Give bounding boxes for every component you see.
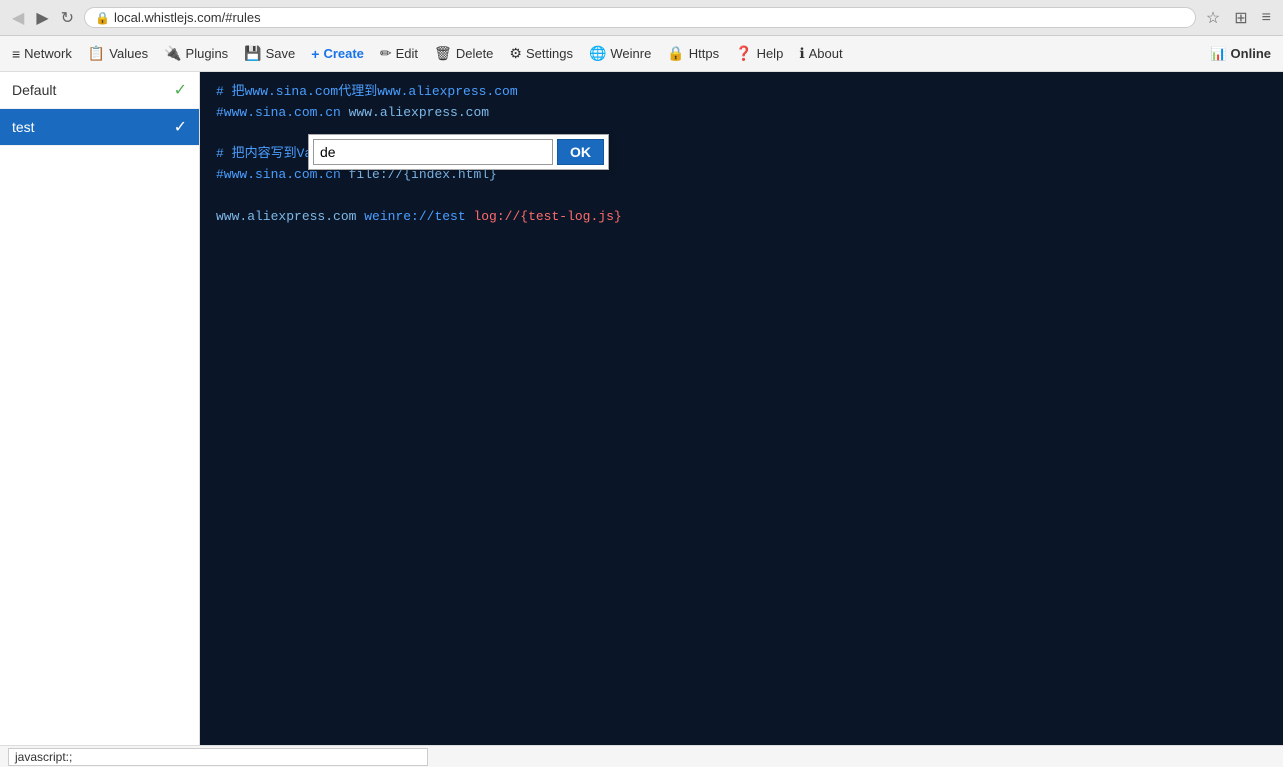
nav-item-about[interactable]: ℹ About	[791, 39, 850, 68]
forward-button[interactable]: ▶	[32, 6, 52, 30]
values-icon: 📋	[88, 45, 105, 62]
status-text: javascript:;	[8, 748, 428, 766]
nav-item-network[interactable]: ≡ Network	[4, 40, 80, 68]
nav-label-https: Https	[689, 46, 719, 61]
plugins-icon: 🔌	[164, 45, 181, 62]
status-bar: javascript:;	[0, 745, 1283, 767]
nav-label-settings: Settings	[526, 46, 573, 61]
nav-label-network: Network	[24, 46, 72, 61]
nav-item-plugins[interactable]: 🔌 Plugins	[156, 39, 236, 68]
sidebar: Default ✓ test ✓	[0, 72, 200, 745]
about-icon: ℹ	[799, 45, 804, 62]
sidebar-item-test-check: ✓	[174, 117, 187, 137]
editor-line-1: # 把www.sina.com代理到www.aliexpress.com	[216, 82, 1267, 103]
weinre-icon: 🌐	[589, 45, 606, 62]
editor-log: log://{test-log.js}	[466, 209, 622, 224]
editor-host-3: www.aliexpress.com	[216, 209, 356, 224]
nav-label-plugins: Plugins	[186, 46, 229, 61]
nav-item-help[interactable]: ❓ Help	[727, 39, 791, 68]
nav-item-delete[interactable]: 🗑 Delete	[426, 39, 501, 68]
sidebar-item-default-check: ✓	[174, 80, 187, 100]
nav-item-values[interactable]: 📋 Values	[80, 39, 156, 68]
editor-empty-2	[216, 186, 1267, 207]
create-icon: +	[311, 46, 319, 62]
editor-target-1: www.aliexpress.com	[341, 105, 489, 120]
save-icon: 💾	[244, 45, 261, 62]
nav-label-delete: Delete	[456, 46, 494, 61]
nav-label-edit: Edit	[396, 46, 418, 61]
delete-icon: 🗑	[434, 45, 452, 62]
editor-host-1: #www.sina.com.cn	[216, 105, 341, 120]
settings-icon: ⚙	[509, 45, 522, 62]
nav-item-settings[interactable]: ⚙ Settings	[501, 39, 581, 68]
network-icon: ≡	[12, 46, 20, 62]
back-button[interactable]: ◀	[8, 6, 28, 30]
nav-item-save[interactable]: 💾 Save	[236, 39, 303, 68]
browser-actions: ☆ ⊞ ≡	[1202, 6, 1275, 30]
sidebar-item-test-label: test	[12, 119, 35, 135]
sidebar-item-default[interactable]: Default ✓	[0, 72, 199, 109]
editor-line-2: #www.sina.com.cn www.aliexpress.com	[216, 103, 1267, 124]
nav-item-https[interactable]: 🔒 Https	[659, 39, 727, 68]
online-badge: 📊 Online	[1202, 42, 1279, 66]
nav-item-create[interactable]: + Create	[303, 40, 372, 68]
editor-weinre: weinre://test	[356, 209, 465, 224]
https-icon: 🔒	[667, 45, 684, 62]
editor-line-5: www.aliexpress.com weinre://test log://{…	[216, 207, 1267, 228]
nav-label-create: Create	[323, 46, 363, 61]
main-layout: Default ✓ test ✓ # 把www.sina.com代理到www.a…	[0, 72, 1283, 745]
editor-area[interactable]: # 把www.sina.com代理到www.aliexpress.com #ww…	[200, 72, 1283, 745]
create-input[interactable]	[313, 139, 553, 165]
menu-button[interactable]: ≡	[1258, 7, 1275, 29]
address-url: local.whistlejs.com/#rules	[114, 10, 261, 25]
nav-label-save: Save	[266, 46, 296, 61]
address-bar[interactable]: 🔒 local.whistlejs.com/#rules	[84, 7, 1196, 28]
browser-chrome: ◀ ▶ ↻ 🔒 local.whistlejs.com/#rules ☆ ⊞ ≡	[0, 0, 1283, 36]
sidebar-item-test[interactable]: test ✓	[0, 109, 199, 146]
nav-label-values: Values	[109, 46, 148, 61]
nav-label-weinre: Weinre	[610, 46, 651, 61]
create-popup: OK	[308, 134, 609, 170]
reload-button[interactable]: ↻	[57, 6, 78, 30]
extensions-button[interactable]: ⊞	[1230, 6, 1251, 30]
nav-item-weinre[interactable]: 🌐 Weinre	[581, 39, 659, 68]
online-label: Online	[1231, 46, 1271, 61]
nav-label-about: About	[809, 46, 843, 61]
nav-item-edit[interactable]: ✏ Edit	[372, 39, 426, 68]
help-icon: ❓	[735, 45, 752, 62]
address-lock-icon: 🔒	[95, 11, 110, 25]
bookmark-button[interactable]: ☆	[1202, 6, 1224, 30]
create-ok-button[interactable]: OK	[557, 139, 604, 165]
nav-label-help: Help	[757, 46, 784, 61]
online-chart-icon: 📊	[1210, 46, 1226, 62]
nav-bar: ≡ Network 📋 Values 🔌 Plugins 💾 Save + Cr…	[0, 36, 1283, 72]
browser-controls: ◀ ▶ ↻	[8, 6, 78, 30]
edit-icon: ✏	[380, 45, 392, 62]
sidebar-item-default-label: Default	[12, 82, 56, 98]
